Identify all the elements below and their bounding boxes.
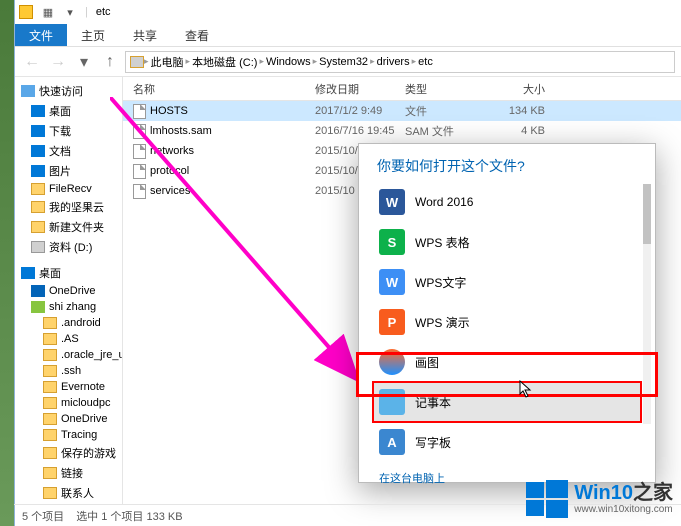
sidebar-user-item[interactable]: 链接: [15, 463, 122, 483]
qat-dropdown-icon[interactable]: ▾: [63, 5, 77, 19]
sidebar-user-item[interactable]: micloudpc: [15, 395, 122, 411]
sidebar-user-item[interactable]: Tracing: [15, 427, 122, 443]
file-icon: [133, 124, 146, 139]
app-icon: S: [379, 229, 405, 255]
tab-file[interactable]: 文件: [15, 24, 67, 46]
folder-icon: [31, 241, 45, 253]
app-icon: [379, 389, 405, 415]
sidebar-quick-item[interactable]: 我的坚果云: [15, 197, 122, 217]
qat-properties-icon[interactable]: ▦: [41, 5, 55, 19]
folder-icon: [43, 317, 57, 329]
sidebar-user-item[interactable]: 保存的游戏: [15, 443, 122, 463]
folder-icon: [43, 397, 57, 409]
app-icon: W: [379, 189, 405, 215]
desktop-icon: [21, 267, 35, 279]
dialog-scrollbar[interactable]: [643, 184, 651, 424]
file-icon: [133, 164, 146, 179]
col-type[interactable]: 类型: [405, 81, 487, 97]
window-title: etc: [96, 6, 111, 18]
file-icon: [133, 184, 146, 199]
col-name[interactable]: 名称: [123, 81, 315, 97]
app-item[interactable]: PWPS 演示: [373, 302, 641, 342]
sidebar-user-item[interactable]: OneDrive: [15, 411, 122, 427]
address-row: ← → ▾ ↑ ▸ 此电脑▸ 本地磁盘 (C:)▸ Windows▸ Syste…: [15, 47, 681, 77]
file-icon: [133, 104, 146, 119]
folder-icon: [43, 365, 57, 377]
app-icon: P: [379, 309, 405, 335]
sidebar-user-item[interactable]: Evernote: [15, 379, 122, 395]
col-size[interactable]: 大小: [487, 81, 557, 97]
nav-history-button[interactable]: ▾: [73, 51, 95, 73]
app-icon: A: [379, 429, 405, 455]
folder-icon: [43, 413, 57, 425]
nav-forward-button[interactable]: →: [47, 51, 69, 73]
tab-home[interactable]: 主页: [67, 24, 119, 46]
windows-logo-icon: [526, 478, 568, 520]
sidebar-desktop[interactable]: 桌面: [15, 263, 122, 283]
sidebar-user-item[interactable]: 联系人: [15, 483, 122, 503]
app-item[interactable]: WWPS文字: [373, 262, 641, 302]
sidebar-quick-item[interactable]: 资料 (D:): [15, 237, 122, 257]
sidebar-onedrive[interactable]: OneDrive: [15, 283, 122, 299]
dialog-title: 你要如何打开这个文件?: [359, 144, 655, 182]
app-item[interactable]: WWord 2016: [373, 182, 641, 222]
sidebar-user-item[interactable]: .android: [15, 315, 122, 331]
status-count: 5 个项目: [22, 508, 64, 524]
titlebar: ▦ ▾ | etc: [15, 0, 681, 24]
folder-icon: [43, 467, 57, 479]
app-icon: W: [379, 269, 405, 295]
watermark: Win10之家 www.win10xitong.com: [526, 478, 673, 520]
folder-icon: [31, 125, 45, 137]
app-item[interactable]: 画图: [373, 342, 641, 382]
nav-up-button[interactable]: ↑: [99, 51, 121, 73]
sidebar-quick-item[interactable]: 新建文件夹: [15, 217, 122, 237]
folder-icon: [43, 429, 57, 441]
folder-icon: [43, 333, 57, 345]
folder-icon: [43, 349, 57, 361]
sidebar-quick-item[interactable]: 图片: [15, 161, 122, 181]
col-date[interactable]: 修改日期: [315, 81, 405, 97]
sidebar-quick-item[interactable]: 下载: [15, 121, 122, 141]
status-selection: 选中 1 个项目 133 KB: [76, 508, 182, 524]
folder-icon: [43, 447, 57, 459]
tab-view[interactable]: 查看: [171, 24, 223, 46]
folder-icon: [31, 105, 45, 117]
app-item[interactable]: SWPS 表格: [373, 222, 641, 262]
sidebar-user-item[interactable]: .AS: [15, 331, 122, 347]
open-with-dialog: 你要如何打开这个文件? WWord 2016SWPS 表格WWPS文字PWPS …: [358, 143, 656, 483]
sidebar-user-item[interactable]: .oracle_jre_us: [15, 347, 122, 363]
nav-pane: 快速访问 桌面下载文档图片FileRecv我的坚果云新建文件夹资料 (D:) 桌…: [15, 77, 123, 504]
ribbon-tabs: 文件 主页 共享 查看: [15, 24, 681, 47]
folder-icon: [31, 221, 45, 233]
file-icon: [133, 144, 146, 159]
app-item[interactable]: A写字板: [373, 422, 641, 462]
sidebar-user[interactable]: shi zhang: [15, 299, 122, 315]
app-item[interactable]: 记事本: [373, 382, 641, 422]
folder-icon: [19, 5, 33, 19]
folder-icon: [31, 183, 45, 195]
folder-icon: [31, 201, 45, 213]
folder-icon: [43, 381, 57, 393]
nav-back-button[interactable]: ←: [21, 51, 43, 73]
app-icon: [379, 349, 405, 375]
sidebar-quick-item[interactable]: 文档: [15, 141, 122, 161]
folder-icon: [31, 145, 45, 157]
star-icon: [21, 85, 35, 97]
sidebar-quick-item[interactable]: 桌面: [15, 101, 122, 121]
folder-icon: [43, 487, 57, 499]
tab-share[interactable]: 共享: [119, 24, 171, 46]
pc-icon: [130, 56, 144, 68]
folder-icon: [31, 165, 45, 177]
file-row[interactable]: lmhosts.sam2016/7/16 19:45SAM 文件4 KB: [123, 121, 681, 141]
file-row[interactable]: HOSTS2017/1/2 9:49文件134 KB: [123, 101, 681, 121]
sidebar-user-item[interactable]: .ssh: [15, 363, 122, 379]
sidebar-quick-item[interactable]: FileRecv: [15, 181, 122, 197]
column-headers: 名称 修改日期 类型 大小: [123, 77, 681, 101]
quick-access[interactable]: 快速访问: [15, 81, 122, 101]
user-icon: [31, 301, 45, 313]
onedrive-icon: [31, 285, 45, 297]
breadcrumb[interactable]: ▸ 此电脑▸ 本地磁盘 (C:)▸ Windows▸ System32▸ dri…: [125, 51, 675, 73]
